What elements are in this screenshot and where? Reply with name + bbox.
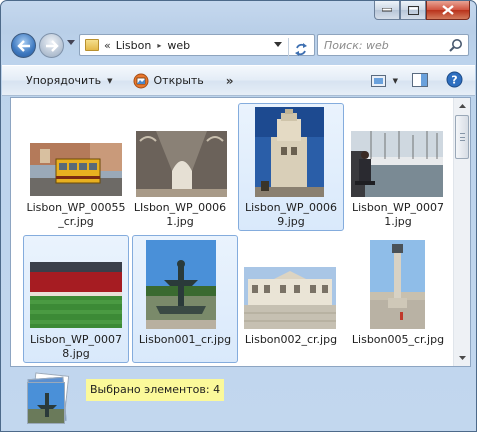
- file-tile[interactable]: Lisbon_WP_00078.jpg: [23, 235, 129, 363]
- thumbnail-stadium: [30, 262, 122, 328]
- file-tile[interactable]: Lisbon_WP_00055_cr.jpg: [23, 103, 129, 231]
- views-dropdown-icon: ▼: [392, 77, 398, 85]
- organize-label: Упорядочить: [26, 74, 102, 87]
- scrollbar-thumb[interactable]: [455, 115, 469, 159]
- scroll-up-button[interactable]: [454, 98, 470, 114]
- file-tile[interactable]: Lisbon_WP_00069.jpg: [238, 103, 344, 231]
- help-button[interactable]: ?: [446, 71, 463, 91]
- search-icon[interactable]: [449, 38, 463, 52]
- help-icon: ?: [446, 71, 463, 88]
- file-name: LIsbon_WP_00061.jpg: [133, 201, 227, 228]
- forward-button[interactable]: [39, 33, 64, 58]
- breadcrumb-separator[interactable]: ▸: [157, 41, 161, 50]
- thumbnail-square: [244, 267, 336, 329]
- chevron-down-icon: ▼: [107, 76, 113, 85]
- details-pane: Выбрано элементов: 4: [2, 368, 475, 432]
- selection-status: Выбрано элементов: 4: [86, 379, 225, 401]
- maximize-icon: [407, 5, 419, 15]
- search-placeholder: Поиск: web: [324, 39, 389, 52]
- address-bar[interactable]: « Lisbon ▸ web: [79, 34, 315, 60]
- back-arrow-icon: [16, 39, 30, 52]
- file-list-pane[interactable]: Lisbon_WP_00055_cr.jpg LIsbon_WP_00061.j…: [10, 97, 471, 367]
- forward-arrow-icon: [45, 39, 59, 52]
- organize-menu[interactable]: Упорядочить ▼: [20, 70, 119, 92]
- preview-pane-button[interactable]: [412, 72, 428, 90]
- window-caption-buttons: [374, 1, 470, 21]
- scroll-up-icon: [458, 104, 466, 108]
- thumbnail-tram: [30, 143, 122, 196]
- address-overflow-chevron[interactable]: «: [104, 39, 111, 52]
- file-tile[interactable]: Lisbon001_cr.jpg: [132, 235, 238, 363]
- file-name: Lisbon001_cr.jpg: [138, 333, 232, 346]
- file-name: Lisbon_WP_00055_cr.jpg: [26, 201, 126, 228]
- toolbar-right-group: ▼ ?: [370, 71, 463, 91]
- vertical-scrollbar[interactable]: [453, 98, 470, 366]
- svg-text:?: ?: [451, 74, 457, 87]
- file-name: Lisbon_WP_00071.jpg: [351, 201, 445, 228]
- maximize-button[interactable]: [400, 1, 426, 20]
- thumbnail-cloister: [136, 131, 227, 197]
- file-name: Lisbon_WP_00069.jpg: [244, 201, 338, 228]
- explorer-window: « Lisbon ▸ web Поиск: web Упорядочить ▼ …: [0, 0, 477, 432]
- selected-items-stack-icon: [27, 372, 71, 426]
- thumbnail-grid: Lisbon_WP_00055_cr.jpg LIsbon_WP_00061.j…: [11, 98, 452, 366]
- breadcrumb-lisbon[interactable]: Lisbon: [116, 39, 152, 52]
- file-tile[interactable]: Lisbon005_cr.jpg: [345, 235, 451, 363]
- minimize-icon: [382, 8, 392, 12]
- navigation-bar: « Lisbon ▸ web Поиск: web: [9, 31, 469, 60]
- file-tile[interactable]: LIsbon_WP_00061.jpg: [127, 103, 233, 231]
- refresh-button[interactable]: [288, 38, 313, 60]
- preview-pane-icon: [412, 72, 428, 87]
- address-dropdown-icon[interactable]: [274, 42, 282, 48]
- change-view-button[interactable]: ▼: [370, 74, 398, 88]
- recent-pages-dropdown-icon[interactable]: [67, 40, 75, 46]
- open-button[interactable]: Открыть: [127, 70, 210, 92]
- grip-icon: [460, 133, 465, 141]
- thumbnail-harbor: [351, 131, 443, 197]
- open-label: Открыть: [153, 74, 204, 87]
- refresh-icon: [295, 42, 307, 56]
- scroll-down-button[interactable]: [454, 350, 470, 366]
- breadcrumb-web[interactable]: web: [167, 39, 190, 52]
- search-box[interactable]: Поиск: web: [317, 34, 469, 56]
- back-button[interactable]: [11, 33, 36, 58]
- close-icon: [442, 5, 454, 15]
- thumbnail-column: [370, 240, 425, 329]
- file-name: Lisbon_WP_00078.jpg: [29, 333, 123, 360]
- file-name: Lisbon002_cr.jpg: [244, 333, 338, 346]
- command-bar: Упорядочить ▼ Открыть » ▼ ?: [2, 65, 475, 96]
- minimize-button[interactable]: [374, 1, 400, 20]
- more-commands-button[interactable]: »: [220, 70, 240, 92]
- file-tile[interactable]: Lisbon002_cr.jpg: [238, 235, 344, 363]
- photo-viewer-icon: [133, 73, 148, 88]
- scroll-down-icon: [458, 356, 466, 360]
- thumbnail-fountain: [146, 240, 216, 329]
- view-icon: [370, 75, 386, 87]
- thumbnail-tower: [255, 107, 324, 197]
- file-tile[interactable]: Lisbon_WP_00071.jpg: [345, 103, 451, 231]
- close-button[interactable]: [426, 1, 470, 20]
- file-name: Lisbon005_cr.jpg: [351, 333, 445, 346]
- folder-icon: [85, 39, 99, 51]
